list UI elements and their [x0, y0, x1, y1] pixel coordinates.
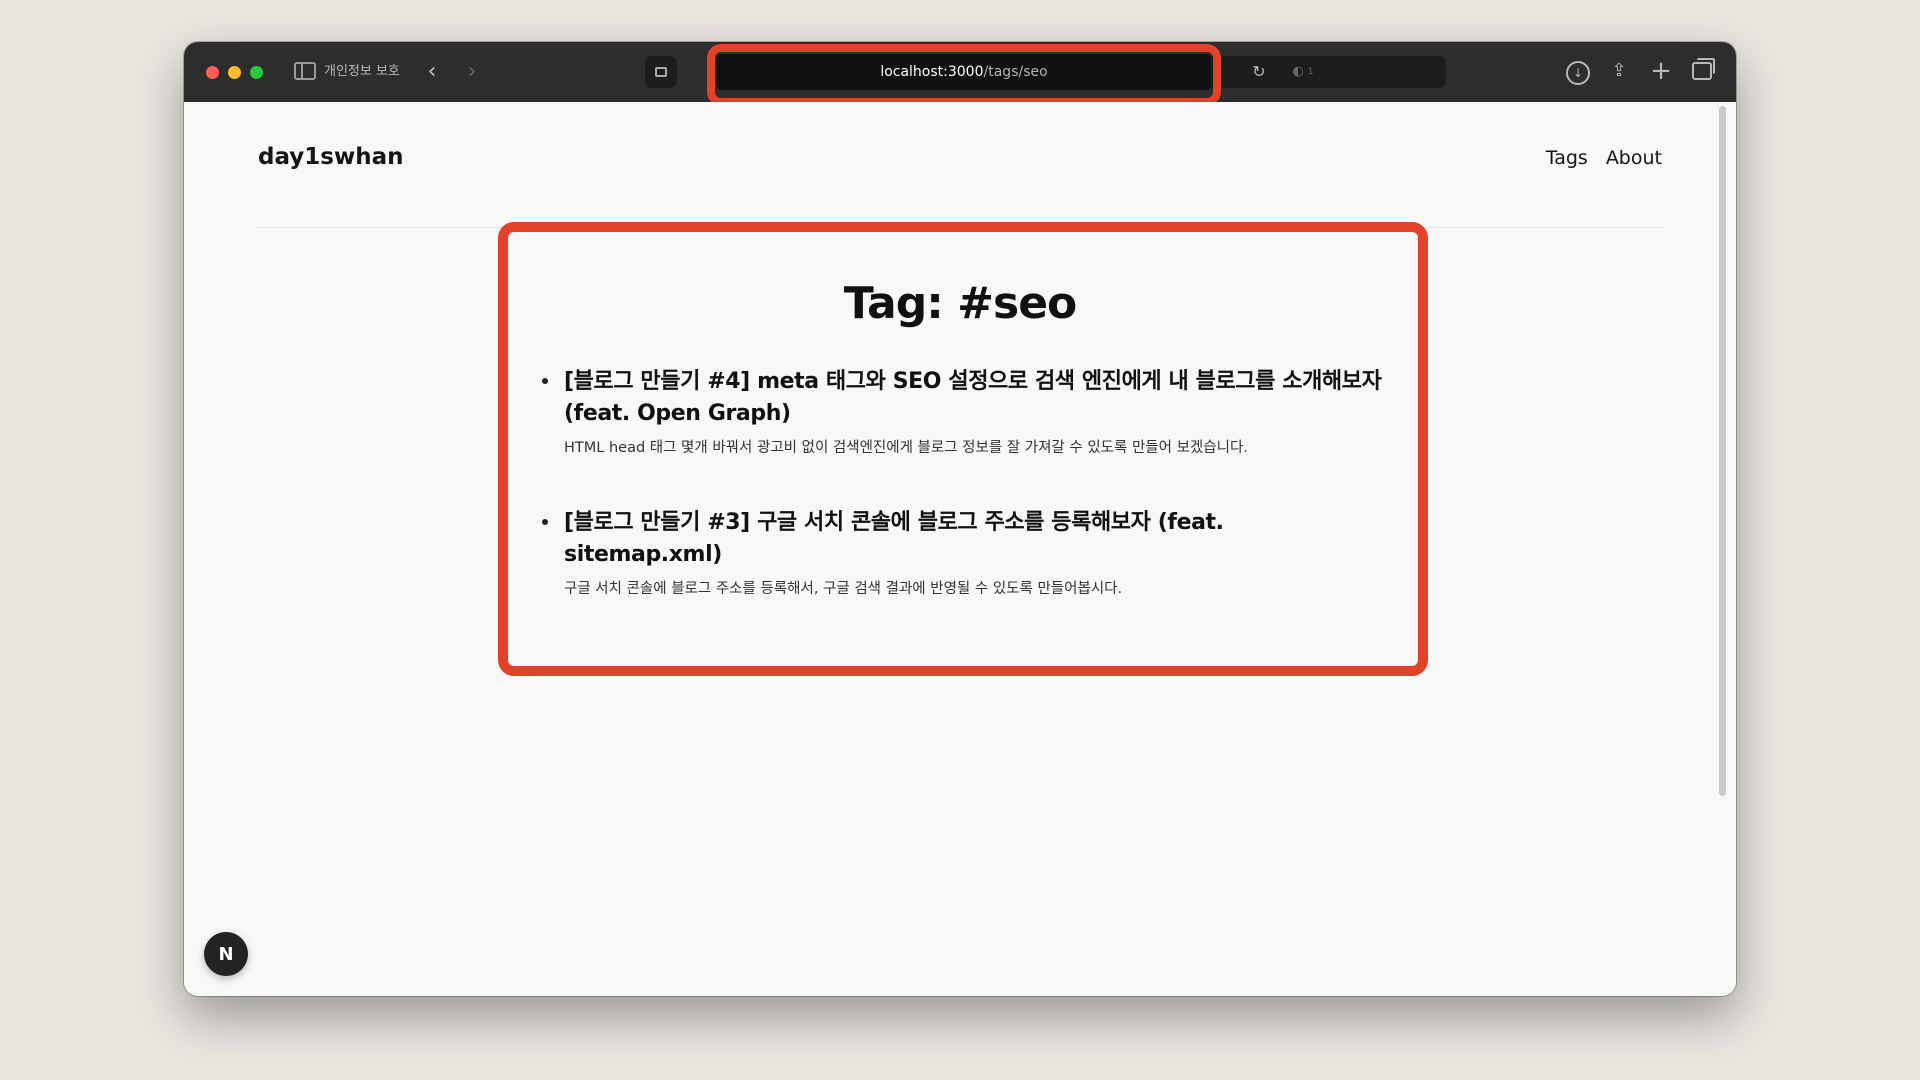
bullet [542, 378, 548, 384]
privacy-label[interactable]: 개인정보 보호 [324, 62, 400, 82]
list-item: [블로그 만들기 #3] 구글 서치 콘솔에 블로그 주소를 등록해보자 (fe… [542, 507, 1384, 599]
post-description: HTML head 태그 몇개 바꿔서 광고비 없이 검색엔진에게 블로그 정보… [564, 440, 1248, 456]
url-field[interactable]: localhost:3000/tags/seo [717, 54, 1211, 90]
privacy-shield-icon[interactable]: ◐ 1 [1288, 62, 1318, 82]
site-header: day1swhan Tags About [258, 102, 1662, 228]
list-item: [블로그 만들기 #4] meta 태그와 SEO 설정으로 검색 엔진에게 내… [542, 366, 1384, 458]
tab-overview-icon[interactable] [1692, 58, 1715, 80]
reload-icon[interactable]: ↻ [1248, 62, 1270, 82]
page-title: Tag: #seo [843, 278, 1078, 329]
scrollbar[interactable] [1719, 106, 1726, 796]
post-description: 구글 서치 콘솔에 블로그 주소를 등록해서, 구글 검색 결과에 반영될 수 … [564, 581, 1123, 597]
close-window-button[interactable] [206, 66, 219, 79]
post-title-link[interactable]: [블로그 만들기 #3] 구글 서치 콘솔에 블로그 주소를 등록해보자 (fe… [564, 507, 1384, 571]
zoom-window-button[interactable] [250, 66, 263, 79]
post-title-link[interactable]: [블로그 만들기 #4] meta 태그와 SEO 설정으로 검색 엔진에게 내… [564, 366, 1384, 430]
nav-link-tags[interactable]: Tags [1546, 147, 1588, 169]
forward-icon[interactable]: › [462, 60, 482, 84]
shield-count: 1 [1307, 67, 1314, 77]
nav-link-about[interactable]: About [1606, 147, 1662, 169]
page-content: day1swhan Tags About Tag: #seo [블로그 만들기 … [184, 102, 1736, 996]
bullet [542, 519, 548, 525]
download-icon[interactable]: ↓ [1566, 61, 1590, 85]
reader-icon[interactable] [645, 56, 677, 88]
browser-toolbar: 개인정보 보호 ‹ › localhost:3000/tags/seo ↻ ◐ … [184, 42, 1736, 106]
site-nav: Tags About [1546, 147, 1662, 169]
share-icon[interactable]: ⇪ [1608, 58, 1630, 84]
url-path: /tags/seo [983, 64, 1048, 80]
minimize-window-button[interactable] [228, 66, 241, 79]
nextjs-devtools-button[interactable]: N [204, 932, 248, 976]
url-host: localhost:3000 [880, 64, 984, 80]
site-logo[interactable]: day1swhan [258, 144, 403, 170]
back-icon[interactable]: ‹ [422, 60, 442, 84]
sidebar-icon[interactable] [294, 62, 316, 80]
new-tab-icon[interactable]: + [1650, 58, 1672, 84]
browser-window: 개인정보 보호 ‹ › localhost:3000/tags/seo ↻ ◐ … [184, 42, 1736, 996]
